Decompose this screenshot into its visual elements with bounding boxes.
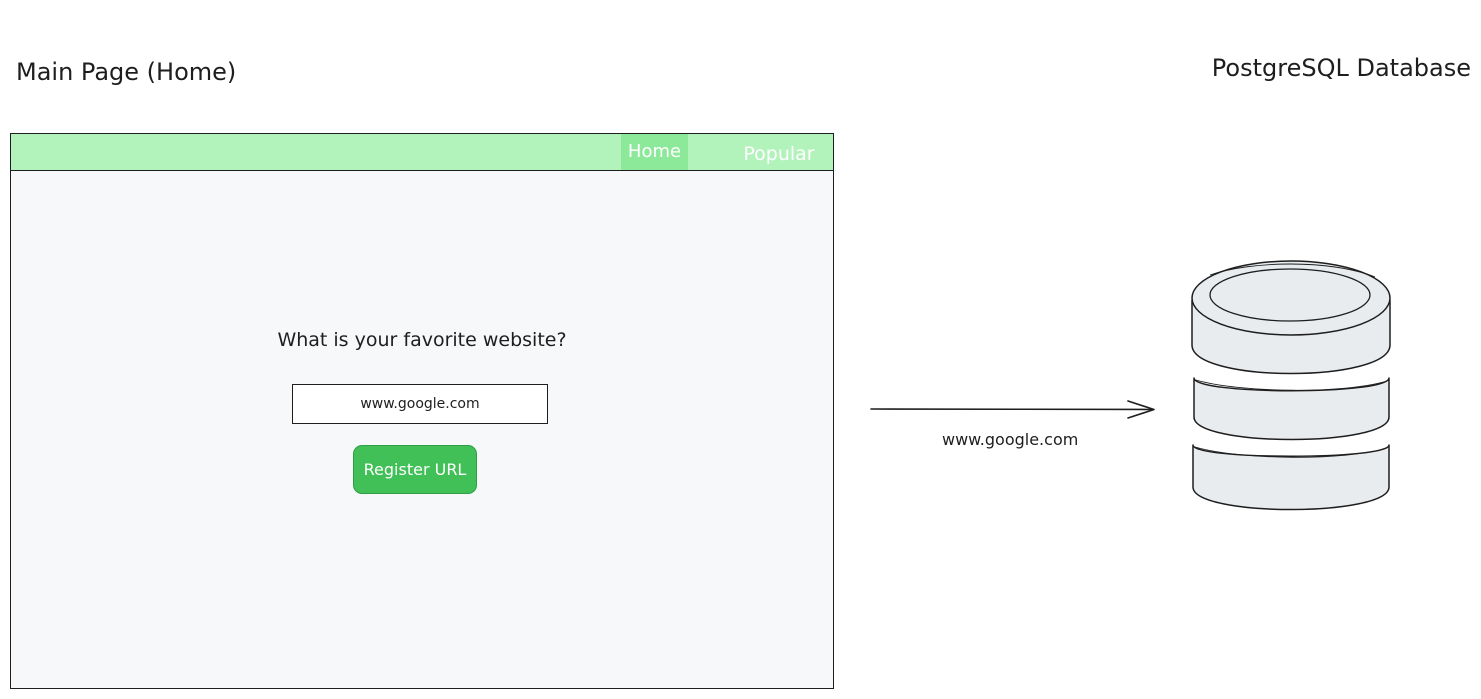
browser-mockup: Home Popular What is your favorite websi… [10,133,834,689]
navbar: Home Popular [11,134,833,171]
nav-home-link[interactable]: Home [621,134,688,170]
database-icon [1191,260,1391,511]
main-page-title: Main Page (Home) [16,58,237,86]
nav-popular-link[interactable]: Popular [729,134,829,170]
url-input[interactable] [292,384,548,424]
register-url-button[interactable]: Register URL [353,445,477,494]
arrow-right-icon [870,400,1155,419]
question-label: What is your favorite website? [277,329,567,351]
database-title: PostgreSQL Database [1211,54,1471,82]
arrow-label: www.google.com [942,430,1079,449]
